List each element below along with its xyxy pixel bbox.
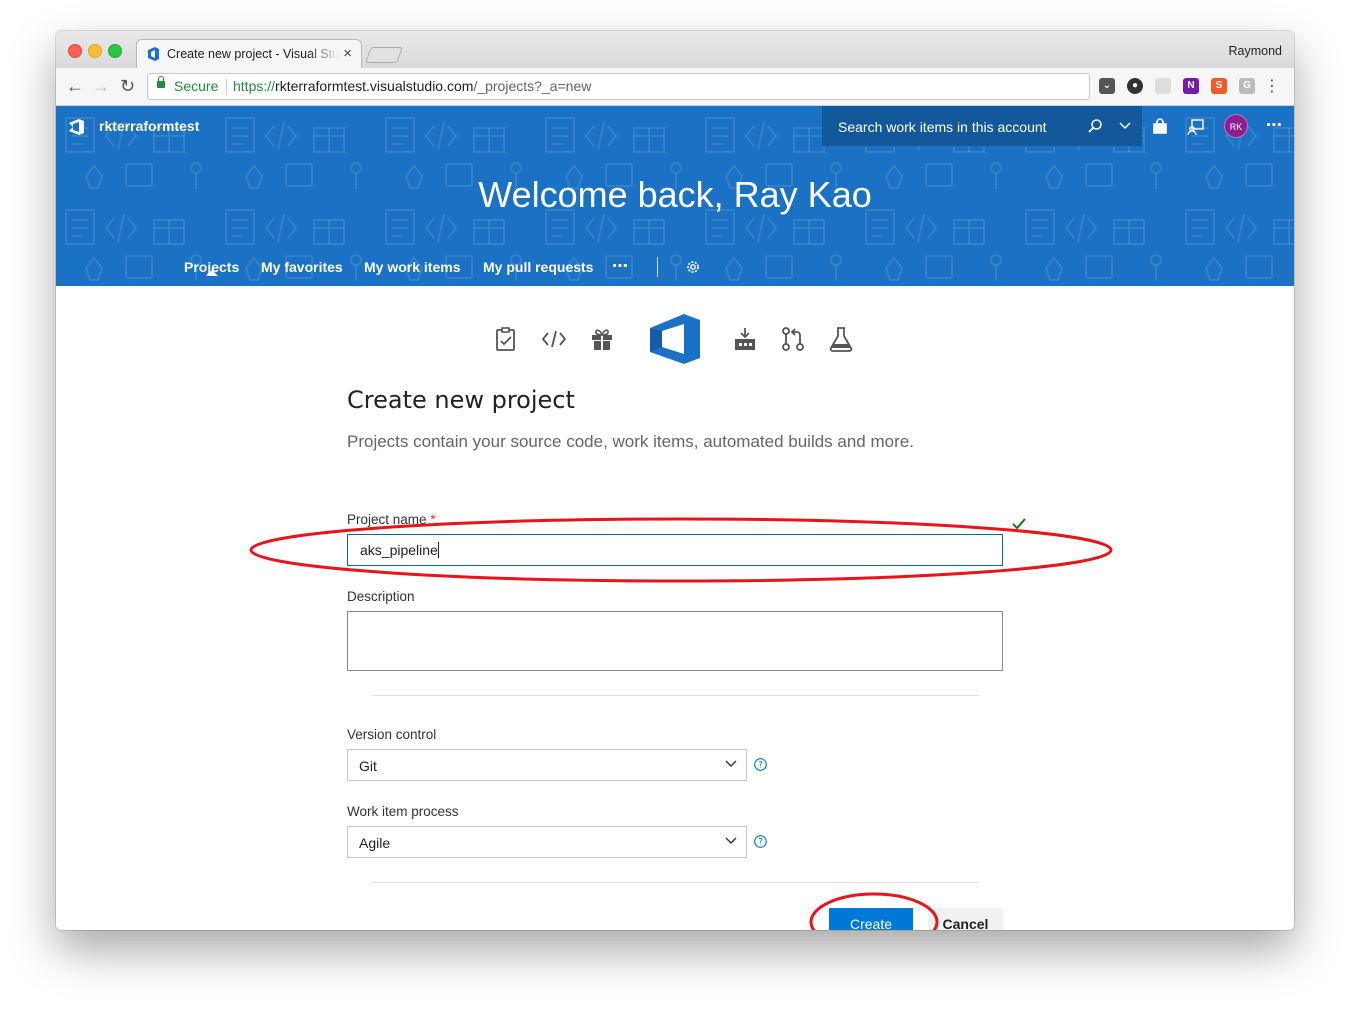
back-icon[interactable]: ← xyxy=(66,76,84,96)
panda-extension-icon[interactable]: ● xyxy=(1127,78,1143,94)
cancel-button[interactable]: Cancel xyxy=(928,908,1003,930)
create-project-page: Create new project Projects contain your… xyxy=(56,286,1294,930)
version-control-value: Git xyxy=(359,758,377,774)
project-name-input[interactable]: aks_pipeline xyxy=(347,534,1003,566)
browser-menu-icon[interactable]: ⋮ xyxy=(1264,76,1280,96)
address-bar[interactable]: Secure https://rkterraformtest.visualstu… xyxy=(147,73,1172,100)
url-scheme: https:// xyxy=(233,78,276,94)
project-name-value: aks_pipeline xyxy=(360,542,438,558)
version-control-select[interactable]: Git xyxy=(347,749,747,781)
vsts-hero-logo-icon xyxy=(650,314,700,364)
url-path: /_projects?_a=new xyxy=(473,78,592,94)
address-separator xyxy=(226,79,227,95)
pocket-extension-icon[interactable]: ⌄ xyxy=(1099,78,1115,94)
user-avatar[interactable]: RK xyxy=(1224,114,1248,138)
secure-label: Secure xyxy=(174,78,219,94)
grammarly-extension-icon[interactable]: G xyxy=(1239,78,1255,94)
account-name[interactable]: rkterraformtest xyxy=(99,118,199,134)
url-text[interactable]: https://rkterraformtest.visualstudio.com… xyxy=(233,78,591,94)
valid-check-icon xyxy=(1012,518,1026,530)
search-placeholder: Search work items in this account xyxy=(838,119,1047,135)
nav-separator xyxy=(657,257,658,277)
nav-my-work-items[interactable]: My work items xyxy=(364,259,460,275)
browser-tab[interactable]: Create new project - Visual Studio × xyxy=(136,39,362,68)
minimize-window-button[interactable] xyxy=(88,44,102,58)
test-flask-icon xyxy=(829,327,853,352)
nav-my-pull-requests[interactable]: My pull requests xyxy=(483,259,593,275)
text-caret xyxy=(437,542,439,558)
zoom-window-button[interactable] xyxy=(108,44,122,58)
browser-toolbar: ← → ↻ Secure https://rkterraformtest.vis… xyxy=(56,68,1294,106)
feedback-icon[interactable] xyxy=(1187,118,1205,136)
version-control-help-icon[interactable]: ? xyxy=(754,758,767,771)
browser-window: Create new project - Visual Studio × Ray… xyxy=(56,31,1294,930)
description-label: Description xyxy=(347,589,415,604)
nav-more-icon[interactable]: ⋯ xyxy=(612,256,628,276)
nav-projects[interactable]: Projects xyxy=(184,259,239,276)
search-icon[interactable] xyxy=(1087,118,1103,134)
reload-icon[interactable]: ↻ xyxy=(120,76,135,96)
code-icon xyxy=(541,330,567,348)
create-button[interactable]: Create xyxy=(829,908,913,930)
settings-gear-icon[interactable] xyxy=(685,259,701,275)
orange-extension-icon[interactable]: S xyxy=(1211,78,1227,94)
marketplace-bag-icon[interactable] xyxy=(1151,118,1169,136)
boards-icon xyxy=(496,327,515,351)
search-options-chevron-icon[interactable] xyxy=(1118,120,1132,132)
browser-tab-strip: Create new project - Visual Studio × Ray… xyxy=(56,31,1294,68)
onenote-extension-icon[interactable]: N xyxy=(1183,78,1199,94)
chevron-down-icon xyxy=(725,760,737,767)
work-item-process-select[interactable]: Agile xyxy=(347,826,747,858)
profile-name[interactable]: Raymond xyxy=(1229,44,1283,58)
build-release-icon xyxy=(735,328,755,350)
forward-icon[interactable]: → xyxy=(92,76,110,96)
nav-my-favorites[interactable]: My favorites xyxy=(261,259,343,275)
form-divider-top xyxy=(371,695,979,696)
project-name-label-text: Project name xyxy=(347,512,427,527)
required-marker: * xyxy=(430,512,436,527)
project-name-label: Project name * xyxy=(347,512,436,527)
account-hub-nav: Projects My favorites My work items My p… xyxy=(56,256,1294,286)
vsts-favicon-icon xyxy=(148,47,159,61)
work-item-process-label: Work item process xyxy=(347,804,459,819)
welcome-banner: rkterraformtest Search work items in thi… xyxy=(56,106,1294,286)
form-divider-bottom xyxy=(371,882,979,883)
svg-text:?: ? xyxy=(758,761,763,771)
vsts-logo-icon[interactable] xyxy=(66,117,86,137)
close-tab-icon[interactable]: × xyxy=(343,45,352,62)
svg-text:?: ? xyxy=(758,838,763,848)
work-item-process-help-icon[interactable]: ? xyxy=(754,835,767,848)
form-title: Create new project xyxy=(347,386,575,414)
packages-gift-icon xyxy=(592,329,612,350)
header-more-icon[interactable]: ⋯ xyxy=(1266,115,1283,135)
description-textarea[interactable] xyxy=(347,611,1003,671)
lock-icon xyxy=(157,76,165,88)
form-subtitle: Projects contain your source code, work … xyxy=(347,432,914,451)
version-control-label: Version control xyxy=(347,727,437,742)
tab-title: Create new project - Visual Studio xyxy=(167,47,339,61)
close-window-button[interactable] xyxy=(68,44,82,58)
work-item-search[interactable]: Search work items in this account xyxy=(822,106,1142,146)
new-tab-button[interactable] xyxy=(365,47,403,63)
welcome-heading: Welcome back, Ray Kao xyxy=(478,174,872,215)
work-item-process-value: Agile xyxy=(359,835,391,851)
pull-request-icon xyxy=(782,327,804,351)
url-host: rkterraformtest.visualstudio.com xyxy=(275,78,474,94)
link-extension-icon[interactable] xyxy=(1155,78,1171,94)
chevron-down-icon xyxy=(725,837,737,844)
